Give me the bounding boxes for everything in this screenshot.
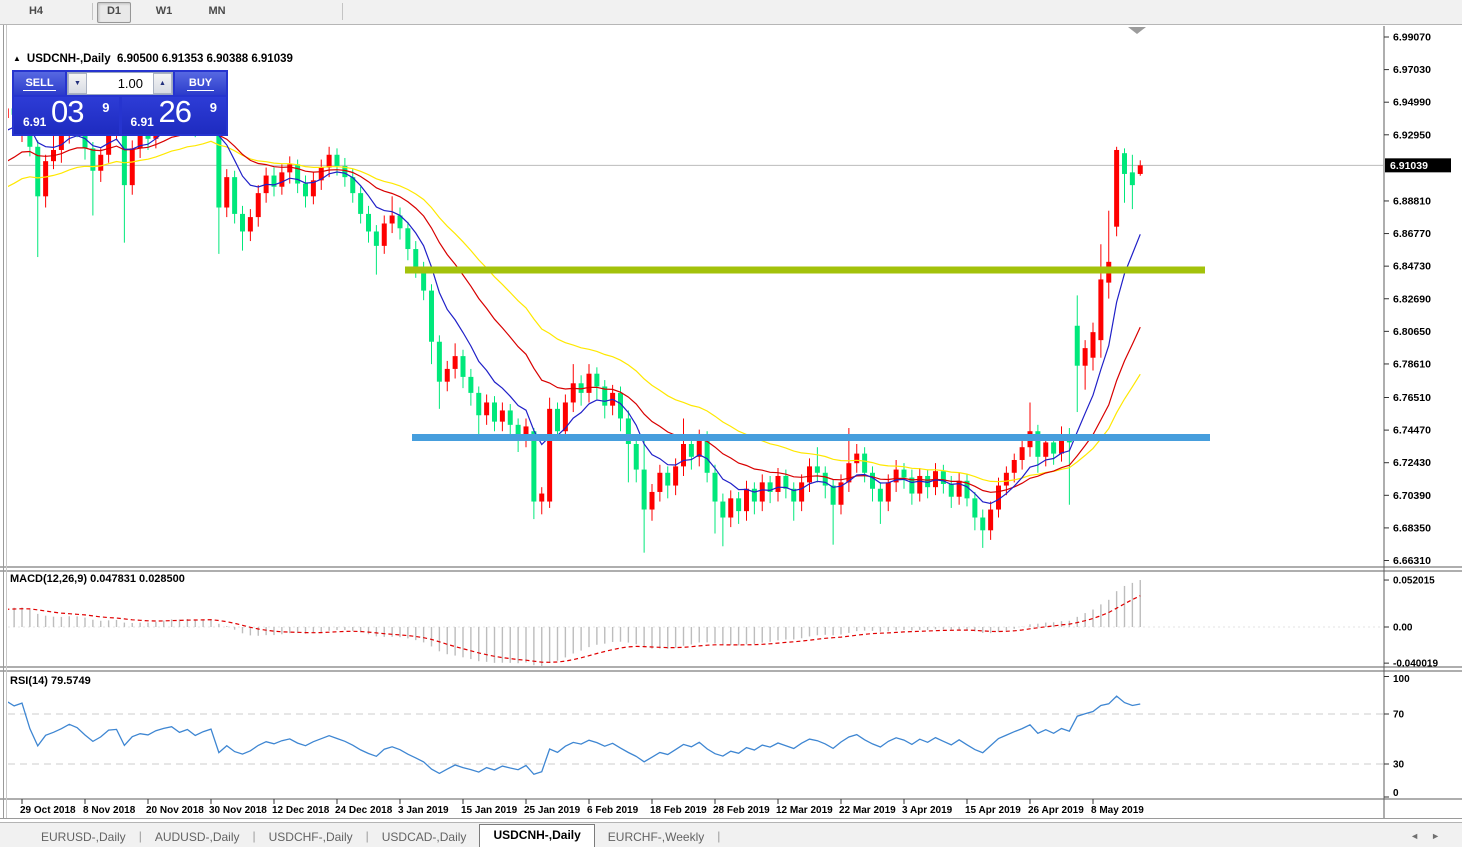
svg-text:0.00: 0.00 bbox=[1393, 623, 1413, 634]
sell-price-big: 03 bbox=[51, 94, 84, 129]
svg-text:28 Feb 2019: 28 Feb 2019 bbox=[713, 805, 770, 816]
svg-text:6.97030: 6.97030 bbox=[1393, 64, 1431, 76]
rsi-indicator-label: RSI(14) 79.5749 bbox=[10, 675, 91, 687]
tab-usdchf-daily[interactable]: USDCHF-,Daily bbox=[256, 827, 366, 847]
macd-indicator-label: MACD(12,26,9) 0.047831 0.028500 bbox=[10, 573, 185, 585]
collapse-panel-icon[interactable]: ▲ bbox=[13, 54, 21, 63]
one-click-trading-panel: SELL ▼ 1.00 ▲ BUY 6.91 03 9 6.91 26 9 bbox=[12, 70, 228, 136]
chart-window: 6.99070 6.97030 6.94990 6.92950 6.88810 6.867… bbox=[0, 24, 1462, 822]
tab-usdcnh-daily[interactable]: USDCNH-,Daily bbox=[479, 824, 595, 847]
svg-text:6.80650: 6.80650 bbox=[1393, 326, 1431, 338]
timeframe-button-h4[interactable]: H4 bbox=[20, 2, 52, 21]
svg-text:6.82690: 6.82690 bbox=[1393, 293, 1431, 305]
svg-text:15 Jan 2019: 15 Jan 2019 bbox=[461, 805, 518, 816]
svg-text:70: 70 bbox=[1393, 710, 1405, 721]
sell-button-label: SELL bbox=[23, 76, 56, 91]
tab-scroll-left-icon[interactable]: ◄ bbox=[1410, 831, 1431, 841]
timeframe-button-w1[interactable]: W1 bbox=[148, 2, 180, 21]
svg-text:6.68350: 6.68350 bbox=[1393, 522, 1431, 534]
timeframe-button-mn[interactable]: MN bbox=[201, 2, 233, 21]
volume-stepper: ▼ 1.00 ▲ bbox=[67, 72, 173, 95]
svg-text:20 Nov 2018: 20 Nov 2018 bbox=[146, 805, 204, 816]
svg-text:6.84730: 6.84730 bbox=[1393, 261, 1431, 273]
svg-text:18 Feb 2019: 18 Feb 2019 bbox=[650, 805, 707, 816]
svg-text:30: 30 bbox=[1393, 760, 1405, 771]
tab-usdcad-daily[interactable]: USDCAD-,Daily bbox=[369, 827, 480, 847]
tab-audusd-daily[interactable]: AUDUSD-,Daily bbox=[142, 827, 253, 847]
buy-price-box[interactable]: 6.91 26 9 bbox=[121, 94, 226, 134]
tab-scroll-right-icon[interactable]: ► bbox=[1431, 831, 1452, 841]
chart-tab-bar: EURUSD-,Daily | AUDUSD-,Daily | USDCHF-,… bbox=[0, 822, 1462, 847]
sell-button[interactable]: SELL bbox=[14, 72, 65, 95]
toolbar-separator bbox=[342, 3, 343, 20]
svg-text:8 Nov 2018: 8 Nov 2018 bbox=[83, 805, 136, 816]
svg-text:12 Mar 2019: 12 Mar 2019 bbox=[776, 805, 833, 816]
tab-separator: | bbox=[717, 829, 721, 843]
svg-text:26 Apr 2019: 26 Apr 2019 bbox=[1028, 805, 1084, 816]
timeframe-button-d1[interactable]: D1 bbox=[97, 2, 131, 23]
tab-scroll-arrows[interactable]: ◄► bbox=[1410, 831, 1452, 841]
svg-text:15 Apr 2019: 15 Apr 2019 bbox=[965, 805, 1021, 816]
sell-price-pip: 9 bbox=[102, 100, 110, 115]
svg-text:6.86770: 6.86770 bbox=[1393, 228, 1431, 240]
buy-price-big: 26 bbox=[158, 94, 192, 129]
volume-increase-icon[interactable]: ▲ bbox=[153, 73, 172, 94]
svg-text:6.74470: 6.74470 bbox=[1393, 425, 1431, 437]
buy-button[interactable]: BUY bbox=[175, 72, 226, 95]
chart-title: ▲ USDCNH-,Daily 6.90500 6.91353 6.90388 6… bbox=[13, 53, 293, 65]
svg-text:3 Apr 2019: 3 Apr 2019 bbox=[902, 805, 953, 816]
svg-text:0.052015: 0.052015 bbox=[1393, 576, 1435, 587]
svg-text:29 Oct 2018: 29 Oct 2018 bbox=[20, 805, 76, 816]
svg-text:3 Jan 2019: 3 Jan 2019 bbox=[398, 805, 449, 816]
buy-button-label: BUY bbox=[186, 76, 215, 91]
sell-price-box[interactable]: 6.91 03 9 bbox=[14, 94, 119, 134]
svg-text:6.70390: 6.70390 bbox=[1393, 490, 1431, 502]
svg-text:12 Dec 2018: 12 Dec 2018 bbox=[272, 805, 330, 816]
toolbar-separator bbox=[92, 3, 93, 20]
svg-text:6.76510: 6.76510 bbox=[1393, 392, 1431, 404]
svg-text:8 May 2019: 8 May 2019 bbox=[1091, 805, 1144, 816]
buy-price-pip: 9 bbox=[209, 100, 217, 115]
svg-text:30 Nov 2018: 30 Nov 2018 bbox=[209, 805, 267, 816]
volume-field[interactable]: 1.00 bbox=[87, 73, 153, 94]
svg-text:6.99070: 6.99070 bbox=[1393, 32, 1431, 44]
trading-terminal: { "toolbar": { "buttons": ["H4", "D1", "… bbox=[0, 0, 1462, 847]
svg-text:6.94990: 6.94990 bbox=[1393, 97, 1431, 109]
svg-text:0: 0 bbox=[1393, 788, 1399, 799]
svg-text:-0.040019: -0.040019 bbox=[1393, 659, 1438, 670]
svg-text:24 Dec 2018: 24 Dec 2018 bbox=[335, 805, 393, 816]
chart-title-ohlc: 6.90500 6.91353 6.90388 6.91039 bbox=[117, 53, 293, 65]
svg-text:6.78610: 6.78610 bbox=[1393, 358, 1431, 370]
tab-eurchf-weekly[interactable]: EURCHF-,Weekly bbox=[595, 827, 717, 847]
svg-text:22 Mar 2019: 22 Mar 2019 bbox=[839, 805, 896, 816]
chart-title-symbol: USDCNH-,Daily bbox=[26, 53, 111, 65]
svg-text:6.66310: 6.66310 bbox=[1393, 555, 1431, 567]
svg-text:6.72430: 6.72430 bbox=[1393, 457, 1431, 469]
volume-decrease-icon[interactable]: ▼ bbox=[68, 73, 87, 94]
timeframe-toolbar: H4 D1 W1 MN bbox=[0, 0, 1462, 25]
svg-text:6.91039: 6.91039 bbox=[1390, 160, 1428, 172]
svg-text:25 Jan 2019: 25 Jan 2019 bbox=[524, 805, 581, 816]
buy-price-prefix: 6.91 bbox=[130, 115, 154, 129]
svg-text:100: 100 bbox=[1393, 674, 1410, 685]
sell-price-prefix: 6.91 bbox=[23, 115, 47, 129]
tab-eurusd-daily[interactable]: EURUSD-,Daily bbox=[28, 827, 139, 847]
svg-text:6 Feb 2019: 6 Feb 2019 bbox=[587, 805, 639, 816]
svg-text:6.92950: 6.92950 bbox=[1393, 129, 1431, 141]
svg-text:6.88810: 6.88810 bbox=[1393, 195, 1431, 207]
